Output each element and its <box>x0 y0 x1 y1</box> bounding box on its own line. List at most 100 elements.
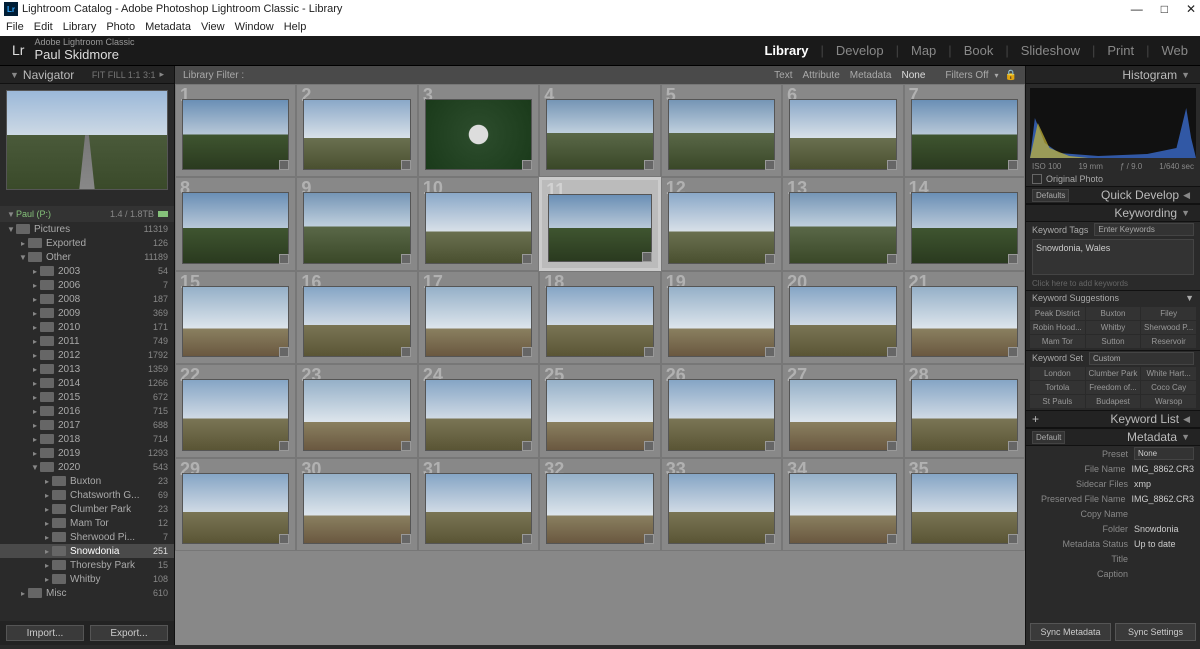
chevron-icon[interactable]: ▼ <box>18 253 28 262</box>
filter-tab-none[interactable]: None <box>901 70 925 81</box>
grid-cell[interactable]: 7 <box>904 84 1025 177</box>
badge-icon[interactable] <box>522 441 532 451</box>
grid-cell[interactable]: 17 <box>418 271 539 364</box>
grid-cell[interactable]: 35 <box>904 458 1025 551</box>
keyword-mode-dropdown[interactable]: Enter Keywords <box>1094 223 1194 236</box>
grid-cell[interactable]: 23 <box>296 364 417 457</box>
grid-cell[interactable]: 6 <box>782 84 903 177</box>
chevron-icon[interactable]: ▼ <box>6 225 16 234</box>
keyword-set-dropdown[interactable]: Custom <box>1089 352 1194 365</box>
keyword-chip[interactable]: London <box>1030 367 1085 380</box>
grid-cell[interactable]: 1 <box>175 84 296 177</box>
menu-library[interactable]: Library <box>63 21 97 33</box>
original-photo-check[interactable]: Original Photo <box>1026 171 1200 186</box>
grid-cell[interactable]: 3 <box>418 84 539 177</box>
grid-cell[interactable]: 18 <box>539 271 660 364</box>
close-icon[interactable]: ✕ <box>1186 2 1196 16</box>
module-library[interactable]: Library <box>764 43 808 58</box>
menu-help[interactable]: Help <box>284 21 307 33</box>
navigator-header[interactable]: ▼ Navigator FIT FILL 1:1 3:1 ▸ <box>0 66 174 84</box>
module-book[interactable]: Book <box>964 43 994 58</box>
chevron-icon[interactable]: ▸ <box>42 547 52 556</box>
keyword-chip[interactable]: Tortola <box>1030 381 1085 394</box>
folder-row[interactable]: ▸2015672 <box>0 390 174 404</box>
grid-cell[interactable]: 25 <box>539 364 660 457</box>
chevron-icon[interactable]: ▸ <box>30 309 40 318</box>
chevron-icon[interactable]: ▸ <box>30 421 40 430</box>
folder-row[interactable]: ▸2008187 <box>0 292 174 306</box>
folder-row[interactable]: ▸20141266 <box>0 376 174 390</box>
badge-icon[interactable] <box>401 347 411 357</box>
chevron-icon[interactable]: ▸ <box>42 477 52 486</box>
quick-develop-header[interactable]: Defaults Quick Develop◀ <box>1026 186 1200 204</box>
grid-cell[interactable]: 4 <box>539 84 660 177</box>
navigator-preview[interactable] <box>6 90 168 190</box>
chevron-icon[interactable]: ▸ <box>30 323 40 332</box>
filter-tab-text[interactable]: Text <box>774 70 792 81</box>
badge-icon[interactable] <box>1008 441 1018 451</box>
badge-icon[interactable] <box>644 441 654 451</box>
badge-icon[interactable] <box>522 254 532 264</box>
badge-icon[interactable] <box>765 534 775 544</box>
badge-icon[interactable] <box>522 160 532 170</box>
metadata-row[interactable]: Caption <box>1026 566 1200 581</box>
folder-row[interactable]: ▸2009369 <box>0 306 174 320</box>
keyword-chip[interactable]: Filey <box>1141 307 1196 320</box>
folder-row[interactable]: ▼Other11189 <box>0 250 174 264</box>
volume-row[interactable]: ▼ Paul (P:) 1.4 / 1.8TB <box>0 206 174 222</box>
chevron-icon[interactable]: ▸ <box>42 519 52 528</box>
badge-icon[interactable] <box>765 347 775 357</box>
metadata-row[interactable]: Title <box>1026 551 1200 566</box>
keyword-chip[interactable]: St Pauls <box>1030 395 1085 408</box>
grid-cell[interactable]: 30 <box>296 458 417 551</box>
folder-row[interactable]: ▸20067 <box>0 278 174 292</box>
grid-cell[interactable]: 2 <box>296 84 417 177</box>
folder-row[interactable]: ▸2016715 <box>0 404 174 418</box>
grid-cell[interactable]: 24 <box>418 364 539 457</box>
keyword-chip[interactable]: Warsop <box>1141 395 1196 408</box>
grid-cell[interactable]: 33 <box>661 458 782 551</box>
badge-icon[interactable] <box>1008 254 1018 264</box>
histogram[interactable] <box>1030 88 1196 158</box>
chevron-icon[interactable]: ▾ <box>995 71 999 80</box>
module-map[interactable]: Map <box>911 43 936 58</box>
folder-row[interactable]: ▸Clumber Park23 <box>0 502 174 516</box>
folder-row[interactable]: ▸2010171 <box>0 320 174 334</box>
folder-row[interactable]: ▸Thoresby Park15 <box>0 558 174 572</box>
chevron-icon[interactable]: ▸ <box>30 407 40 416</box>
badge-icon[interactable] <box>1008 347 1018 357</box>
metadata-row[interactable]: Copy Name <box>1026 506 1200 521</box>
badge-icon[interactable] <box>642 252 652 262</box>
folder-row[interactable]: ▸2017688 <box>0 418 174 432</box>
keyword-chip[interactable]: Buxton <box>1086 307 1141 320</box>
chevron-icon[interactable]: ▸ <box>30 295 40 304</box>
badge-icon[interactable] <box>644 534 654 544</box>
grid-cell[interactable]: 21 <box>904 271 1025 364</box>
metadata-header[interactable]: Default Metadata▼ <box>1026 428 1200 446</box>
metadata-row[interactable]: FolderSnowdonia <box>1026 521 1200 536</box>
chevron-icon[interactable]: ▸ <box>159 69 164 80</box>
menu-photo[interactable]: Photo <box>106 21 135 33</box>
filter-tab-metadata[interactable]: Metadata <box>850 70 892 81</box>
badge-icon[interactable] <box>887 160 897 170</box>
metadata-row[interactable]: Sidecar Filesxmp <box>1026 476 1200 491</box>
badge-icon[interactable] <box>765 441 775 451</box>
folder-row[interactable]: ▸20121792 <box>0 348 174 362</box>
chevron-icon[interactable]: ▸ <box>30 393 40 402</box>
chevron-icon[interactable]: ▸ <box>30 267 40 276</box>
module-develop[interactable]: Develop <box>836 43 884 58</box>
folder-row[interactable]: ▸Snowdonia251 <box>0 544 174 558</box>
defaults-dropdown[interactable]: Defaults <box>1032 189 1069 202</box>
badge-icon[interactable] <box>765 160 775 170</box>
keyword-hint[interactable]: Click here to add keywords <box>1026 277 1200 290</box>
grid-cell[interactable]: 11 <box>539 177 660 270</box>
grid-cell[interactable]: 13 <box>782 177 903 270</box>
chevron-icon[interactable]: ▸ <box>30 365 40 374</box>
keyword-set-row[interactable]: Keyword Set Custom <box>1026 350 1200 365</box>
folder-row[interactable]: ▼2020543 <box>0 460 174 474</box>
grid-cell[interactable]: 26 <box>661 364 782 457</box>
chevron-icon[interactable]: ▸ <box>18 239 28 248</box>
checkbox-icon[interactable] <box>1032 174 1042 184</box>
metadata-mode-dropdown[interactable]: Default <box>1032 431 1065 444</box>
badge-icon[interactable] <box>765 254 775 264</box>
